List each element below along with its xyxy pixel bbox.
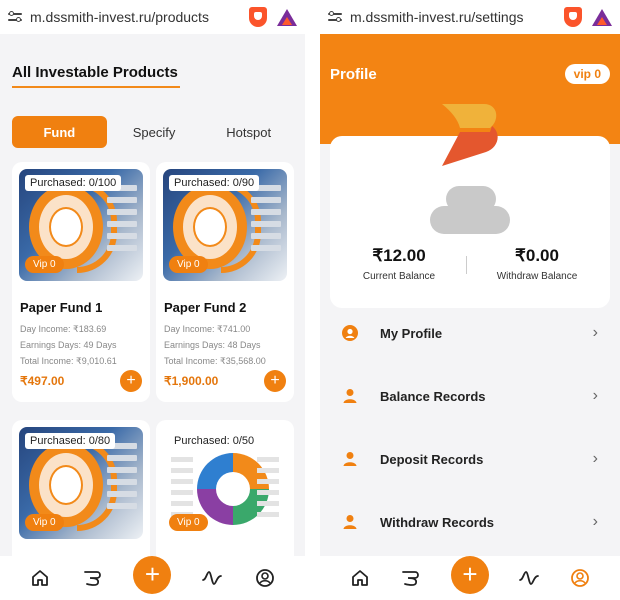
brave-shield-icon[interactable] (564, 7, 582, 27)
activity-icon[interactable] (517, 566, 541, 590)
bat-rewards-icon[interactable] (592, 8, 612, 26)
url-text[interactable]: m.dssmith-invest.ru/settings (350, 9, 558, 25)
add-button[interactable]: + (450, 556, 489, 594)
chevron-right-icon: › (592, 387, 598, 404)
page-title: Profile (330, 66, 377, 83)
withdraw-balance-label: Withdraw Balance (496, 271, 578, 282)
product-icon[interactable] (399, 566, 423, 590)
product-name: Paper Fund 1 (20, 300, 103, 315)
add-button[interactable]: + (133, 556, 172, 594)
vip-badge: Vip 0 (169, 514, 208, 531)
menu-item-deposit-records[interactable]: Deposit Records › (320, 436, 620, 482)
chevron-right-icon: › (592, 324, 598, 341)
tab-specify[interactable]: Specify (107, 116, 202, 148)
purchased-badge: Purchased: 0/50 (169, 433, 260, 449)
brave-shield-icon[interactable] (249, 7, 267, 27)
chevron-right-icon: › (592, 450, 598, 467)
person-icon (343, 389, 357, 403)
bottom-nav: + (320, 556, 620, 600)
product-price: ₹497.00 (20, 374, 65, 388)
product-name: Paper Fund 2 (164, 300, 247, 315)
tab-fund[interactable]: Fund (12, 116, 107, 148)
product-image: Purchased: 0/90 Vip 0 (163, 169, 287, 281)
menu-item-withdraw-records[interactable]: Withdraw Records › (320, 499, 620, 545)
avatar (430, 186, 510, 234)
withdraw-balance-value: ₹0.00 (515, 246, 559, 265)
url-text[interactable]: m.dssmith-invest.ru/products (30, 9, 243, 25)
product-image: Purchased: 0/50 Vip 0 (163, 427, 287, 539)
product-tabs: Fund Specify Hotspot (12, 116, 296, 148)
current-balance-block: ₹12.00 Current Balance (330, 246, 468, 282)
balance-divider (466, 256, 467, 274)
total-income: Total Income: ₹35,568.00 (164, 356, 266, 366)
menu-item-my-profile[interactable]: My Profile › (320, 310, 620, 356)
menu-item-label: Balance Records (380, 388, 486, 404)
product-price: ₹1,900.00 (164, 374, 219, 388)
page-title: All Investable Products (12, 64, 178, 81)
product-image: Purchased: 0/100 Vip 0 (19, 169, 143, 281)
profile-screen: m.dssmith-invest.ru/settings Profile vip… (320, 0, 620, 600)
person-icon (343, 515, 357, 529)
bottom-nav: + (0, 556, 305, 600)
product-icon[interactable] (81, 566, 105, 590)
user-icon[interactable] (568, 566, 592, 590)
earning-days: Earnings Days: 49 Days (20, 340, 117, 350)
withdraw-balance-block: ₹0.00 Withdraw Balance (468, 246, 606, 282)
browser-address-bar[interactable]: m.dssmith-invest.ru/settings (320, 0, 620, 34)
current-balance-value: ₹12.00 (372, 246, 426, 265)
earning-days: Earnings Days: 48 Days (164, 340, 261, 350)
title-underline (12, 86, 180, 88)
purchased-badge: Purchased: 0/90 (169, 175, 260, 191)
browser-address-bar[interactable]: m.dssmith-invest.ru/products (0, 0, 305, 34)
menu-item-label: Withdraw Records (380, 514, 495, 530)
site-settings-icon[interactable] (328, 10, 344, 24)
product-card[interactable]: Purchased: 0/100 Vip 0 Paper Fund 1 Day … (12, 162, 150, 402)
menu-item-label: My Profile (380, 325, 443, 341)
activity-icon[interactable] (200, 566, 224, 590)
chevron-right-icon: › (592, 513, 598, 530)
user-icon[interactable] (253, 566, 277, 590)
vip-badge: Vip 0 (169, 256, 208, 273)
vip-badge: Vip 0 (25, 256, 64, 273)
buy-plus-button[interactable]: + (120, 370, 142, 392)
current-balance-label: Current Balance (362, 271, 436, 282)
purchased-badge: Purchased: 0/100 (25, 175, 122, 191)
person-icon (343, 452, 357, 466)
purchased-badge: Purchased: 0/80 (25, 433, 116, 449)
home-icon[interactable] (28, 566, 52, 590)
product-card[interactable]: Purchased: 0/90 Vip 0 Paper Fund 2 Day I… (156, 162, 294, 402)
bat-rewards-icon[interactable] (277, 8, 297, 26)
vip-level-badge: vip 0 (564, 64, 610, 84)
products-screen: m.dssmith-invest.ru/products All Investa… (0, 0, 305, 600)
menu-item-balance-records[interactable]: Balance Records › (320, 373, 620, 419)
day-income: Day Income: ₹741.00 (164, 324, 251, 334)
profile-icon (342, 325, 358, 341)
menu-item-label: Deposit Records (380, 451, 484, 467)
tab-hotspot[interactable]: Hotspot (201, 116, 296, 148)
total-income: Total Income: ₹9,010.61 (20, 356, 117, 366)
buy-plus-button[interactable]: + (264, 370, 286, 392)
day-income: Day Income: ₹183.69 (20, 324, 107, 334)
vip-badge: Vip 0 (25, 514, 64, 531)
site-settings-icon[interactable] (8, 10, 24, 24)
brand-logo-icon (442, 104, 498, 166)
home-icon[interactable] (348, 566, 372, 590)
product-image: Purchased: 0/80 Vip 0 (19, 427, 143, 539)
